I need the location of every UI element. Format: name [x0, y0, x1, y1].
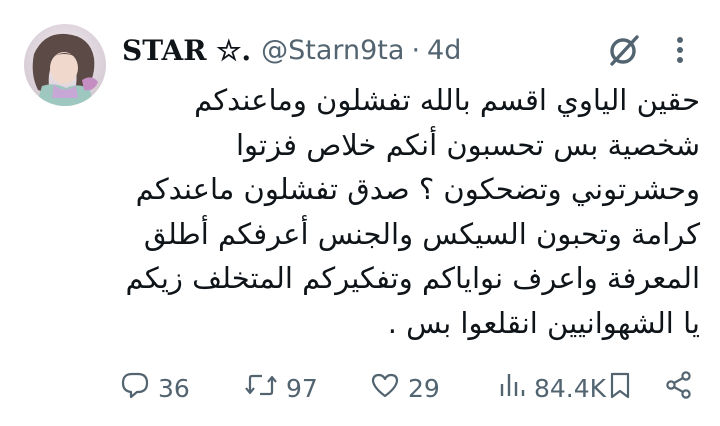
separator-dot: · [411, 34, 421, 66]
bookmark-button[interactable] [608, 366, 632, 410]
views-button[interactable]: 84.4K [498, 366, 606, 410]
repost-icon [244, 370, 278, 406]
display-name[interactable]: STAR ☆. [122, 34, 251, 67]
tweet-header: STAR ☆. @Starn9ta · 4d [122, 30, 461, 70]
tweet-actions: 36 97 29 84.4K [116, 366, 700, 410]
views-count: 84.4K [534, 373, 607, 403]
reply-icon [120, 370, 150, 406]
grok-icon[interactable] [606, 32, 642, 68]
heart-icon [370, 370, 400, 406]
user-handle[interactable]: @Starn9ta [261, 35, 404, 66]
avatar[interactable] [24, 24, 106, 106]
like-button[interactable]: 29 [370, 366, 440, 410]
timestamp[interactable]: 4d [427, 35, 461, 66]
bookmark-icon [608, 370, 632, 406]
share-icon [664, 370, 694, 406]
tweet-text: حقين الياوي اقسم بالله تفشلون وماعندكم ش… [125, 83, 700, 340]
views-icon [498, 370, 526, 406]
more-icon[interactable] [670, 34, 690, 68]
reply-count: 36 [158, 373, 190, 403]
repost-button[interactable]: 97 [244, 366, 318, 410]
repost-count: 97 [286, 373, 318, 403]
share-button[interactable] [664, 366, 694, 410]
reply-button[interactable]: 36 [120, 366, 190, 410]
like-count: 29 [408, 373, 440, 403]
tweet: STAR ☆. @Starn9ta · 4d حقين الياوي اقسم … [0, 0, 720, 426]
